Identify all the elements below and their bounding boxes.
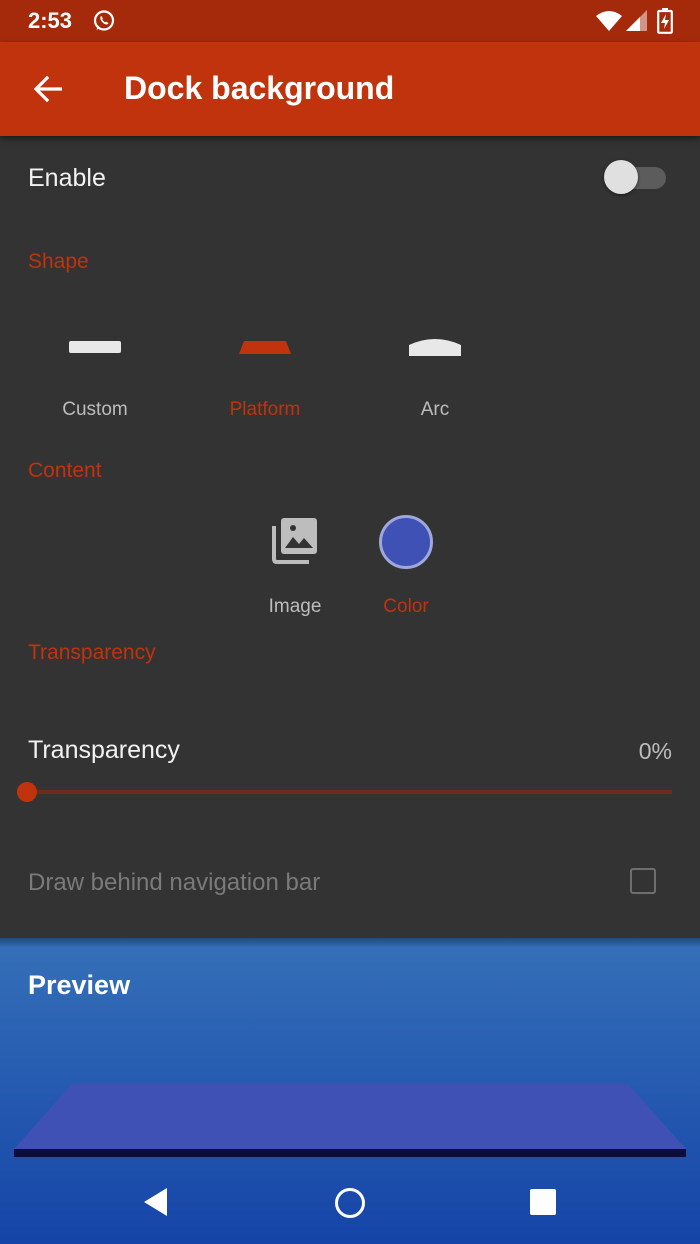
transparency-slider-track[interactable] — [28, 790, 672, 794]
status-time: 2:53 — [28, 8, 73, 33]
image-library-icon — [272, 518, 317, 564]
shape-option-arc[interactable]: Arc — [360, 337, 510, 420]
back-arrow-icon[interactable] — [34, 76, 62, 102]
enable-switch-thumb[interactable] — [604, 160, 638, 194]
color-swatch-icon — [379, 515, 433, 569]
preview-title: Preview — [28, 970, 131, 1000]
app-bar: Dock background — [0, 42, 700, 136]
page-title: Dock background — [124, 70, 395, 106]
whatsapp-icon — [93, 10, 115, 31]
content-label-color: Color — [383, 596, 429, 617]
arc-shape-icon — [409, 339, 461, 356]
preview-divider-shadow — [0, 938, 700, 948]
enable-row[interactable]: Enable — [0, 136, 700, 224]
shape-label-custom: Custom — [62, 399, 128, 420]
nav-home-icon[interactable] — [334, 1187, 366, 1219]
status-bar: 2:53 — [0, 0, 700, 42]
draw-behind-checkbox[interactable] — [630, 868, 656, 894]
transparency-slider-thumb[interactable] — [17, 782, 37, 802]
shape-option-custom[interactable]: Custom — [20, 337, 170, 420]
custom-shape-icon — [69, 341, 121, 353]
transparency-label: Transparency — [28, 736, 180, 764]
shape-section-title: Shape — [28, 250, 89, 273]
shape-label-platform: Platform — [229, 399, 301, 420]
enable-label: Enable — [28, 164, 106, 192]
dock-preview — [14, 1084, 686, 1157]
shape-option-platform[interactable]: Platform — [190, 337, 340, 420]
platform-shape-icon — [239, 341, 291, 354]
nav-recent-apps-icon[interactable] — [530, 1189, 556, 1215]
transparency-value: 0% — [638, 738, 672, 764]
content-section-title: Content — [28, 459, 102, 482]
transparency-section-title: Transparency — [28, 641, 156, 664]
content-label-image: Image — [268, 596, 322, 617]
signal-icon — [626, 10, 647, 31]
battery-charging-icon — [657, 8, 673, 34]
wifi-icon — [596, 11, 622, 31]
shape-label-arc: Arc — [420, 399, 450, 420]
nav-back-icon[interactable] — [143, 1187, 169, 1217]
draw-behind-label: Draw behind navigation bar — [28, 869, 321, 896]
